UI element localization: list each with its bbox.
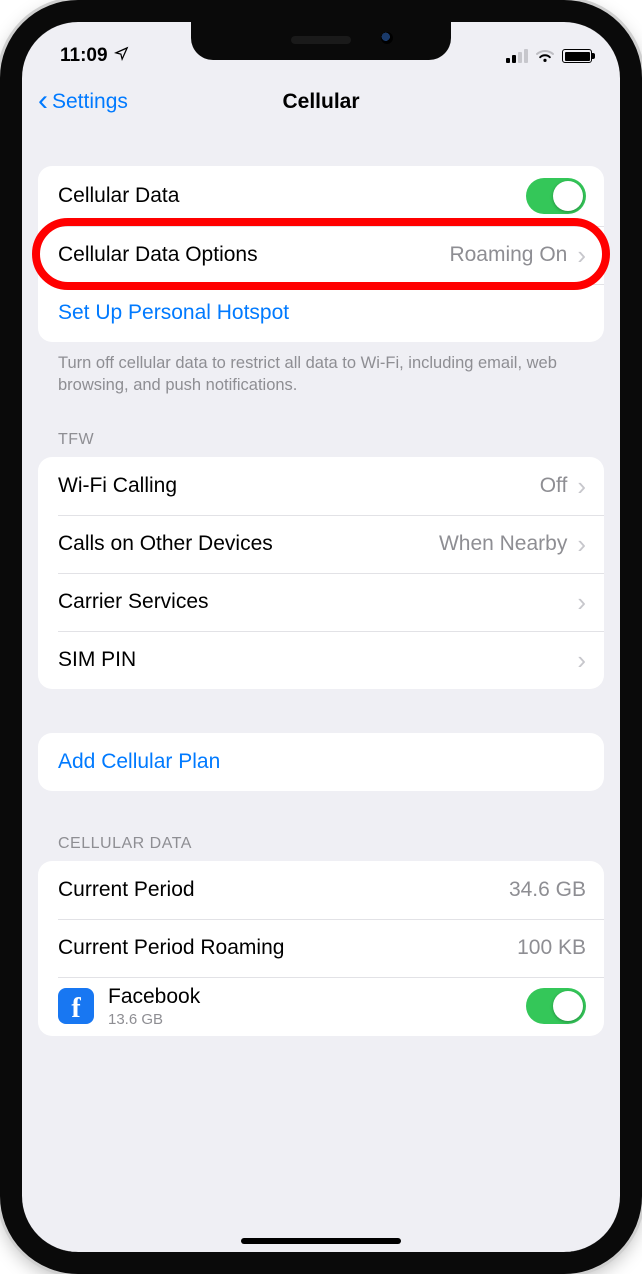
roaming-label: Current Period Roaming: [58, 936, 517, 960]
roaming-value: 100 KB: [517, 936, 586, 960]
facebook-app-icon: f: [58, 988, 94, 1024]
current-period-label: Current Period: [58, 878, 509, 902]
chevron-right-icon: ›: [577, 242, 586, 268]
status-left: 11:09: [60, 45, 129, 67]
phone-frame: 11:09: [0, 0, 642, 1274]
row-carrier-services[interactable]: Carrier Services ›: [38, 573, 604, 631]
row-current-period[interactable]: Current Period 34.6 GB: [38, 861, 604, 919]
sim-pin-label: SIM PIN: [58, 648, 577, 672]
app-usage: 13.6 GB: [108, 1011, 526, 1028]
cellular-data-toggle[interactable]: [526, 178, 586, 214]
app-name: Facebook: [108, 985, 526, 1009]
group-carrier: TFW Wi-Fi Calling Off › Calls on Other D…: [38, 431, 604, 689]
chevron-right-icon: ›: [577, 531, 586, 557]
carrier-header: TFW: [38, 431, 604, 457]
card-usage: Current Period 34.6 GB Current Period Ro…: [38, 861, 604, 1036]
wifi-calling-label: Wi-Fi Calling: [58, 474, 540, 498]
cellular-data-label: Cellular Data: [58, 184, 526, 208]
row-cellular-data[interactable]: Cellular Data: [38, 166, 604, 226]
group-usage: CELLULAR DATA Current Period 34.6 GB Cur…: [38, 835, 604, 1036]
card-cellular: Cellular Data Cellular Data Options Roam…: [38, 166, 604, 342]
hotspot-label: Set Up Personal Hotspot: [58, 301, 586, 325]
nav-bar: ‹ Settings Cellular: [22, 74, 620, 130]
status-right: [506, 49, 592, 63]
group-add-plan: Add Cellular Plan: [38, 733, 604, 791]
row-add-cellular-plan[interactable]: Add Cellular Plan: [38, 733, 604, 791]
row-wifi-calling[interactable]: Wi-Fi Calling Off ›: [38, 457, 604, 515]
card-carrier: Wi-Fi Calling Off › Calls on Other Devic…: [38, 457, 604, 689]
current-period-value: 34.6 GB: [509, 878, 586, 902]
home-indicator[interactable]: [241, 1238, 401, 1244]
wifi-calling-value: Off: [540, 474, 568, 498]
calls-other-value: When Nearby: [439, 532, 567, 556]
screen: 11:09: [22, 22, 620, 1252]
group-cellular: Cellular Data Cellular Data Options Roam…: [38, 166, 604, 397]
row-cellular-data-options[interactable]: Cellular Data Options Roaming On ›: [38, 226, 604, 284]
page-title: Cellular: [282, 90, 359, 114]
content[interactable]: Cellular Data Cellular Data Options Roam…: [22, 130, 620, 1252]
usage-header: CELLULAR DATA: [38, 835, 604, 861]
location-icon: [114, 45, 129, 67]
row-current-period-roaming[interactable]: Current Period Roaming 100 KB: [38, 919, 604, 977]
app-data-toggle[interactable]: [526, 988, 586, 1024]
carrier-services-label: Carrier Services: [58, 590, 577, 614]
cellular-options-value: Roaming On: [449, 243, 567, 267]
battery-icon: [562, 49, 592, 63]
calls-other-label: Calls on Other Devices: [58, 532, 439, 556]
cellular-footer-text: Turn off cellular data to restrict all d…: [38, 342, 604, 397]
row-calls-other-devices[interactable]: Calls on Other Devices When Nearby ›: [38, 515, 604, 573]
back-button[interactable]: ‹ Settings: [38, 89, 128, 116]
chevron-right-icon: ›: [577, 473, 586, 499]
cellular-options-label: Cellular Data Options: [58, 243, 449, 267]
status-time: 11:09: [60, 45, 108, 67]
back-label: Settings: [52, 90, 128, 114]
wifi-icon: [535, 49, 555, 63]
chevron-right-icon: ›: [577, 647, 586, 673]
cellular-signal-icon: [506, 49, 528, 63]
row-app-facebook[interactable]: f Facebook 13.6 GB: [38, 977, 604, 1036]
card-add-plan: Add Cellular Plan: [38, 733, 604, 791]
row-sim-pin[interactable]: SIM PIN ›: [38, 631, 604, 689]
add-plan-label: Add Cellular Plan: [58, 750, 586, 774]
row-setup-hotspot[interactable]: Set Up Personal Hotspot: [38, 284, 604, 342]
chevron-left-icon: ‹: [38, 86, 48, 116]
notch: [191, 22, 451, 60]
chevron-right-icon: ›: [577, 589, 586, 615]
